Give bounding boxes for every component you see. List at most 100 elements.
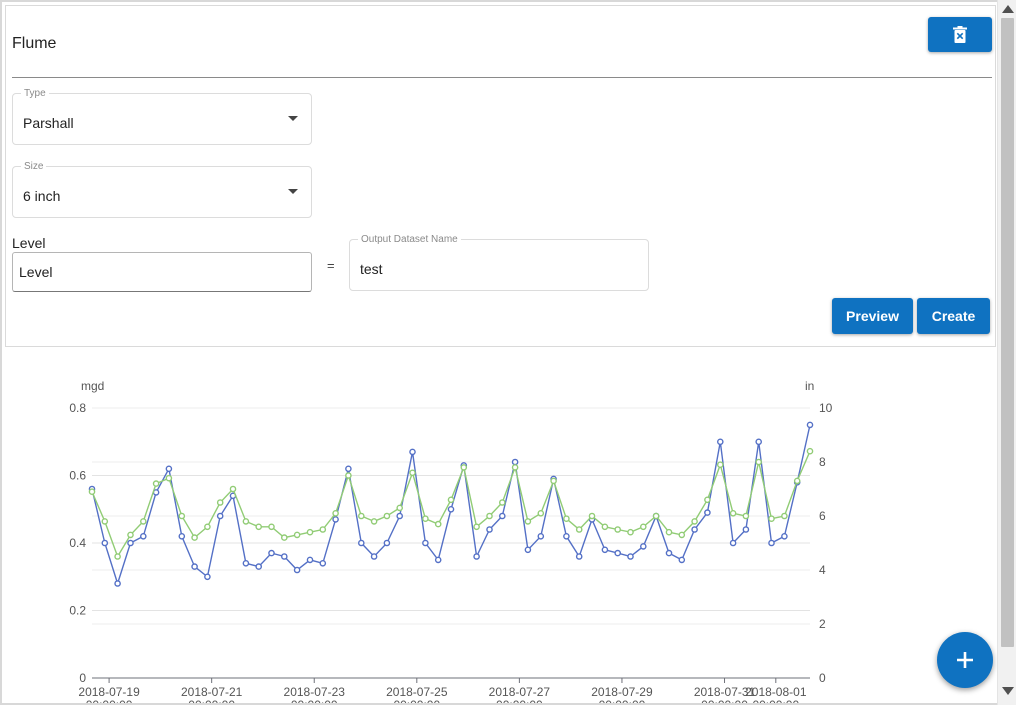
right-axis-name: in: [805, 379, 814, 393]
series-point: [396, 512, 404, 520]
series-point: [152, 480, 160, 487]
x-tick-label-date: 2018-07-25: [386, 685, 448, 699]
series-point: [127, 531, 134, 539]
series-point: [498, 499, 506, 506]
series-point: [550, 477, 557, 485]
series-point: [665, 549, 673, 557]
series-point: [178, 533, 186, 540]
series-point: [627, 528, 634, 536]
series-point: [422, 515, 429, 523]
output-dataset-name-field[interactable]: Output Dataset Name test: [349, 234, 649, 291]
series-point: [717, 438, 724, 446]
scroll-up-arrow-icon[interactable]: [1002, 5, 1014, 13]
series-point: [255, 563, 263, 570]
series-point: [345, 465, 352, 473]
series-point: [396, 504, 404, 512]
series-point: [601, 523, 609, 531]
series-point: [293, 531, 301, 539]
series-point: [139, 533, 147, 540]
series-point: [486, 526, 493, 533]
left-axis-tick-label: 0.6: [69, 469, 86, 483]
series-point: [717, 461, 724, 469]
x-tick-label-date: 2018-07-19: [78, 685, 140, 699]
create-button[interactable]: Create: [917, 298, 990, 334]
series-point: [319, 560, 327, 567]
series-point: [229, 485, 237, 493]
series-point: [242, 518, 250, 525]
right-axis-tick-label: 6: [819, 509, 826, 523]
series-point: [640, 523, 647, 531]
plus-icon: [957, 652, 973, 668]
series-point: [332, 509, 339, 517]
series-point: [434, 556, 442, 564]
series-point: [101, 539, 109, 547]
series-point: [268, 549, 275, 557]
series-point: [409, 469, 416, 477]
flow-level-chart: 00.20.40.60.8mgd0246810in2018-07-1900:00…: [69, 379, 833, 705]
series-point: [486, 512, 493, 520]
size-label: Size: [21, 161, 47, 172]
left-axis-tick-label: 0: [79, 671, 86, 685]
series-point: [383, 539, 391, 547]
right-axis-tick-label: 0: [819, 671, 826, 685]
trash-x-icon: [953, 26, 967, 43]
output-dataset-name-label: Output Dataset Name: [358, 234, 461, 245]
left-axis-tick-label: 0.4: [69, 536, 86, 550]
series-point: [370, 518, 378, 525]
series-point: [537, 509, 545, 517]
vertical-scrollbar[interactable]: [997, 0, 1016, 705]
series-point: [640, 543, 647, 550]
level-input[interactable]: [12, 252, 312, 292]
level-label: Level: [12, 235, 46, 251]
right-axis-tick-label: 10: [819, 401, 833, 415]
series-point: [665, 528, 673, 536]
series-point: [268, 523, 275, 531]
page-viewport: Flume Type Parshall Size 6 inch Level = …: [0, 0, 997, 705]
series-point: [242, 560, 250, 567]
series-point: [806, 421, 814, 429]
series-point: [306, 528, 314, 536]
series-point: [563, 515, 570, 523]
series-point: [691, 526, 698, 533]
series-point: [280, 553, 288, 560]
series-point: [306, 556, 314, 564]
series-point: [498, 512, 506, 520]
series-point: [768, 515, 775, 523]
x-tick-label-date: 2018-07-29: [591, 685, 653, 699]
series-point: [114, 553, 121, 560]
scrollbar-thumb[interactable]: [1001, 18, 1014, 647]
series-point: [511, 458, 519, 466]
series-point: [434, 520, 442, 528]
series-point: [114, 580, 121, 587]
type-select[interactable]: Type Parshall: [12, 88, 312, 145]
series-point: [755, 458, 763, 466]
delete-button[interactable]: [928, 17, 992, 52]
series-point: [781, 533, 788, 540]
series-point: [191, 563, 198, 570]
left-axis-tick-label: 0.8: [69, 401, 86, 415]
x-tick-label-time: 00:00:00: [752, 698, 799, 705]
add-fab-button[interactable]: [937, 632, 993, 688]
series-point: [88, 488, 96, 496]
series-point: [204, 573, 211, 581]
x-tick-label-time: 00:00:00: [496, 698, 543, 705]
scroll-down-arrow-icon[interactable]: [1002, 687, 1014, 695]
series-point: [473, 553, 480, 560]
series-line-2: [91, 450, 811, 559]
left-axis-tick-label: 0.2: [69, 604, 86, 618]
size-select[interactable]: Size 6 inch: [12, 161, 312, 218]
series-point: [204, 523, 211, 531]
series-point: [806, 447, 814, 455]
x-tick-label-time: 00:00:00: [86, 698, 133, 705]
preview-button[interactable]: Preview: [832, 298, 913, 334]
series-point: [293, 566, 301, 574]
series-point: [793, 477, 801, 485]
series-point: [524, 518, 532, 525]
series-point: [524, 546, 532, 554]
caret-down-icon: [288, 189, 298, 194]
series-point: [383, 512, 391, 520]
series-point: [781, 512, 788, 520]
series-point: [422, 539, 429, 547]
x-tick-label-time: 00:00:00: [701, 698, 748, 705]
page-title: Flume: [12, 35, 57, 52]
